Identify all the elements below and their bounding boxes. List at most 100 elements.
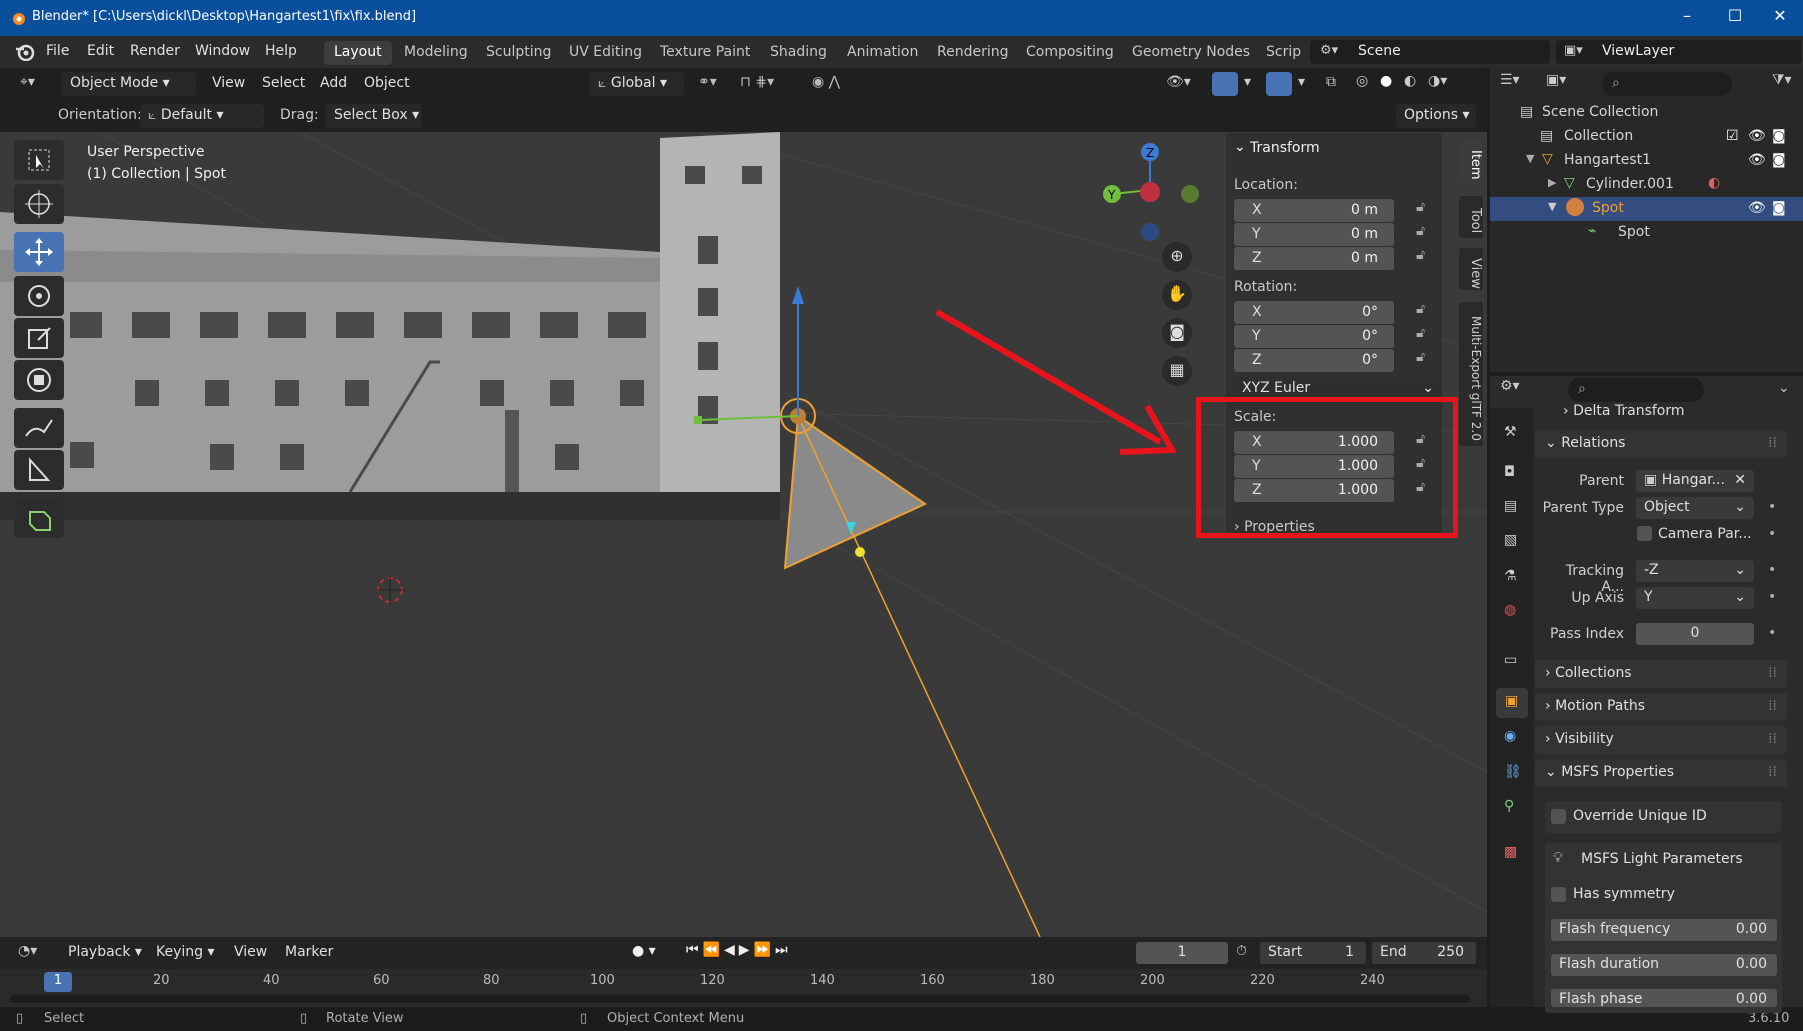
delta-transform-section[interactable]: › Delta Transform <box>1563 403 1685 419</box>
end-frame-field[interactable]: End 250 <box>1372 942 1476 964</box>
timeline-scrollbar[interactable] <box>10 995 1470 1003</box>
view-layer-tab-icon[interactable]: ▧ <box>1504 532 1517 548</box>
tab-geometry-nodes[interactable]: Geometry Nodes <box>1122 41 1260 65</box>
parent-type-dropdown[interactable]: Object ⌄ <box>1636 497 1754 519</box>
texture-tab-icon[interactable]: ▩ <box>1504 844 1517 860</box>
motion-paths-section-header[interactable]: › Motion Paths ⁞⁞ <box>1535 693 1787 721</box>
blender-menu-icon[interactable] <box>14 43 36 61</box>
tab-sculpting[interactable]: Sculpting <box>476 41 561 65</box>
tab-compositing[interactable]: Compositing <box>1016 41 1124 65</box>
outliner-row-spot[interactable]: ▼ Spot 👁 ◙ <box>1490 197 1803 221</box>
camera-icon[interactable]: ◙ <box>1772 200 1786 216</box>
mode-selector[interactable]: Object Mode ▾ <box>62 72 196 96</box>
visibility-section-header[interactable]: › Visibility ⁞⁞ <box>1535 726 1787 754</box>
playback-controls[interactable]: ⏮⏪◀▶⏩⏭ <box>686 942 792 958</box>
transform-tool[interactable] <box>14 360 64 400</box>
menu-file[interactable]: File <box>46 43 69 59</box>
scene-selector[interactable]: ⚙▾ Scene <box>1310 40 1550 64</box>
lock-icon[interactable]: 🔓︎ <box>1416 199 1425 215</box>
constraints-tab-icon[interactable]: ⛓ <box>1504 764 1522 780</box>
tab-uv-editing[interactable]: UV Editing <box>559 41 652 65</box>
lock-icon[interactable]: 🔓︎ <box>1416 349 1425 365</box>
rotation-x-field[interactable]: X 0° <box>1234 301 1394 324</box>
pan-hand-icon[interactable]: ✋ <box>1162 280 1192 310</box>
overlay-dropdown-icon[interactable]: ▾ <box>1298 74 1305 90</box>
outliner-row-spot-data[interactable]: ⌁ Spot <box>1490 221 1803 245</box>
eye-icon[interactable]: 👁 <box>1748 152 1766 168</box>
wireframe-shading-icon[interactable]: ◎ <box>1356 73 1368 89</box>
physics-tab-icon[interactable]: ◉ <box>1504 728 1516 744</box>
menu-playback[interactable]: Playback ▾ <box>68 944 142 960</box>
lock-icon[interactable]: 🔓︎ <box>1416 247 1425 263</box>
tab-modeling[interactable]: Modeling <box>394 41 478 65</box>
gizmo-dropdown-icon[interactable]: ▾ <box>1244 74 1251 90</box>
material-shading-icon[interactable]: ◐ <box>1404 73 1416 89</box>
current-frame-marker[interactable]: 1 <box>44 972 72 992</box>
filter-icon[interactable]: ⧩▾ <box>1772 72 1792 88</box>
visibility-icon[interactable]: 👁▾ <box>1166 74 1191 90</box>
record-icon[interactable]: ● ▾ <box>632 943 656 959</box>
render-tab-icon[interactable]: ◘ <box>1504 464 1515 480</box>
eye-icon[interactable]: 👁 <box>1748 200 1766 216</box>
add-cube-tool[interactable] <box>14 498 64 538</box>
outliner-row-hangartest1[interactable]: ▼ ▽ Hangartest1 👁 ◙ <box>1490 149 1803 173</box>
menu-view[interactable]: View <box>212 75 245 91</box>
solid-shading-icon[interactable]: ● <box>1380 73 1392 89</box>
current-frame-field[interactable]: 1 <box>1136 942 1228 964</box>
outliner-row-scene-collection[interactable]: ▤ Scene Collection <box>1490 101 1803 125</box>
tab-multi-export-gltf[interactable]: Multi-Export glTF 2.0 <box>1459 302 1483 446</box>
snap-icon[interactable]: ⊓ ⋕▾ <box>740 74 774 90</box>
expand-arrow-icon[interactable]: ▼ <box>1548 200 1556 213</box>
minimize-button[interactable]: – <box>1667 6 1707 25</box>
output-tab-icon[interactable]: ▤ <box>1504 498 1517 514</box>
flash-phase-field[interactable]: Flash phase 0.00 <box>1551 989 1777 1007</box>
menu-keying[interactable]: Keying ▾ <box>156 944 215 960</box>
keyframe-dot[interactable]: • <box>1768 589 1776 605</box>
overlay-toggle-icon[interactable] <box>1266 72 1292 96</box>
menu-window[interactable]: Window <box>195 43 250 59</box>
scale-tool[interactable] <box>14 318 64 358</box>
keyframe-dot[interactable]: • <box>1768 625 1776 641</box>
collapse-arrow-icon[interactable]: ⌄ <box>1234 139 1246 155</box>
editor-type-icon[interactable]: ⌖▾ <box>20 74 35 90</box>
move-tool[interactable] <box>14 232 64 272</box>
measure-tool[interactable] <box>14 450 64 490</box>
maximize-button[interactable]: ☐ <box>1715 6 1755 25</box>
camera-icon[interactable]: ◙ <box>1772 152 1786 168</box>
flash-duration-field[interactable]: Flash duration 0.00 <box>1551 954 1777 976</box>
menu-add[interactable]: Add <box>320 75 347 91</box>
select-box-tool[interactable] <box>14 140 64 180</box>
world-tab-icon[interactable]: ◍ <box>1504 602 1516 618</box>
lock-icon[interactable]: 🔓︎ <box>1416 301 1425 317</box>
scene-tab-icon[interactable]: ⚗ <box>1504 568 1517 584</box>
transform-orientation-selector[interactable]: ⟀ Global ▾ <box>590 72 684 96</box>
relations-section-header[interactable]: ⌄ Relations ⁞⁞ <box>1535 430 1787 458</box>
rendered-shading-icon[interactable]: ◑▾ <box>1428 73 1447 89</box>
display-mode-icon[interactable]: ▣▾ <box>1546 72 1586 96</box>
rotation-z-field[interactable]: Z 0° <box>1234 349 1394 372</box>
stopwatch-icon[interactable]: ⏱ <box>1236 943 1247 959</box>
tracking-axis-dropdown[interactable]: -Z ⌄ <box>1636 560 1754 582</box>
timeline-ruler[interactable]: 1 20 40 60 80 100 120 140 160 180 200 22… <box>0 969 1487 1007</box>
outliner-search-input[interactable]: ⌕ <box>1602 72 1732 96</box>
tab-view[interactable]: View <box>1459 248 1483 290</box>
cursor-tool[interactable] <box>14 184 64 224</box>
tab-shading[interactable]: Shading <box>760 41 837 65</box>
orientation-dropdown[interactable]: ⟀ Default ▾ <box>140 104 264 128</box>
navigation-gizmo[interactable]: Z Y <box>1090 132 1210 242</box>
expand-arrow-icon[interactable]: ▶ <box>1548 176 1556 189</box>
zoom-icon[interactable]: ⊕ <box>1162 242 1192 272</box>
tab-texture-paint[interactable]: Texture Paint <box>650 41 760 65</box>
gizmo-toggle-icon[interactable] <box>1212 72 1238 96</box>
options-dropdown[interactable]: Options ▾ <box>1396 104 1476 128</box>
tab-rendering[interactable]: Rendering <box>927 41 1019 65</box>
proportional-edit-icon[interactable]: ◉ ⋀ <box>812 74 840 90</box>
pivot-icon[interactable]: ⚭▾ <box>698 74 717 90</box>
up-axis-dropdown[interactable]: Y ⌄ <box>1636 587 1754 609</box>
camera-icon[interactable]: ◙ <box>1772 128 1786 144</box>
tab-item[interactable]: Item <box>1459 140 1483 182</box>
chevron-down-icon[interactable]: ⌄ <box>1778 380 1790 396</box>
tab-layout[interactable]: Layout <box>324 41 392 65</box>
keyframe-dot[interactable]: • <box>1768 499 1776 515</box>
outliner-row-cylinder[interactable]: ▶ ▽ Cylinder.001 ◐ <box>1490 173 1803 197</box>
